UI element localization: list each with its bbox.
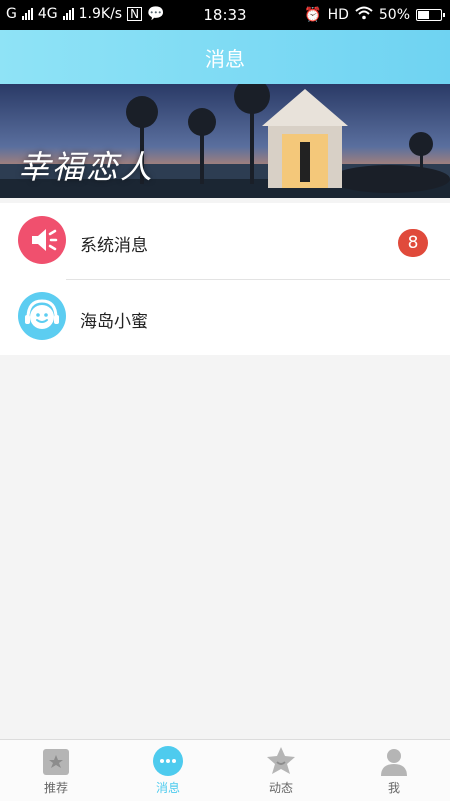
tab-moments[interactable]: 动态 bbox=[225, 740, 337, 801]
star-card-icon bbox=[40, 745, 72, 777]
message-list: 系统消息 8 海岛小蜜 bbox=[0, 203, 450, 355]
tab-recommend[interactable]: 推荐 bbox=[0, 740, 112, 801]
list-item-system-messages[interactable]: 系统消息 8 bbox=[0, 203, 450, 279]
banner-image[interactable]: 幸福恋人 bbox=[0, 84, 450, 198]
tab-me[interactable]: 我 bbox=[338, 740, 450, 801]
tab-label: 消息 bbox=[155, 781, 180, 795]
tab-label: 动态 bbox=[268, 781, 293, 795]
status-right: ⏰ HD 50% bbox=[304, 6, 445, 24]
smiley-headset-icon bbox=[18, 292, 66, 340]
item-label: 海岛小蜜 bbox=[80, 312, 148, 332]
chat-bubble-icon bbox=[152, 745, 184, 777]
tab-messages[interactable]: 消息 bbox=[112, 740, 224, 801]
tab-label: 推荐 bbox=[43, 781, 68, 795]
person-icon bbox=[378, 745, 410, 777]
star-icon bbox=[265, 745, 297, 777]
unread-badge: 8 bbox=[398, 229, 428, 257]
battery-fill bbox=[418, 11, 429, 19]
page-title: 消息 bbox=[205, 47, 245, 71]
bottom-tab-bar: 推荐 消息 动态 我 bbox=[0, 739, 450, 801]
title-bar: 消息 bbox=[0, 30, 450, 84]
battery-icon bbox=[416, 9, 445, 21]
tab-label: 我 bbox=[387, 781, 400, 795]
alarm-icon: ⏰ bbox=[304, 7, 322, 23]
list-item-island-assistant[interactable]: 海岛小蜜 bbox=[0, 279, 450, 355]
wifi-icon bbox=[355, 6, 373, 24]
banner-title: 幸福恋人 bbox=[18, 148, 155, 186]
battery-percent: 50% bbox=[378, 7, 410, 23]
speaker-icon bbox=[18, 216, 66, 264]
item-label: 系统消息 bbox=[80, 236, 148, 256]
status-bar: G 4G 1.9K/s N 💬 18:33 ⏰ HD 50% bbox=[0, 0, 450, 30]
hd-label: HD bbox=[327, 7, 349, 23]
